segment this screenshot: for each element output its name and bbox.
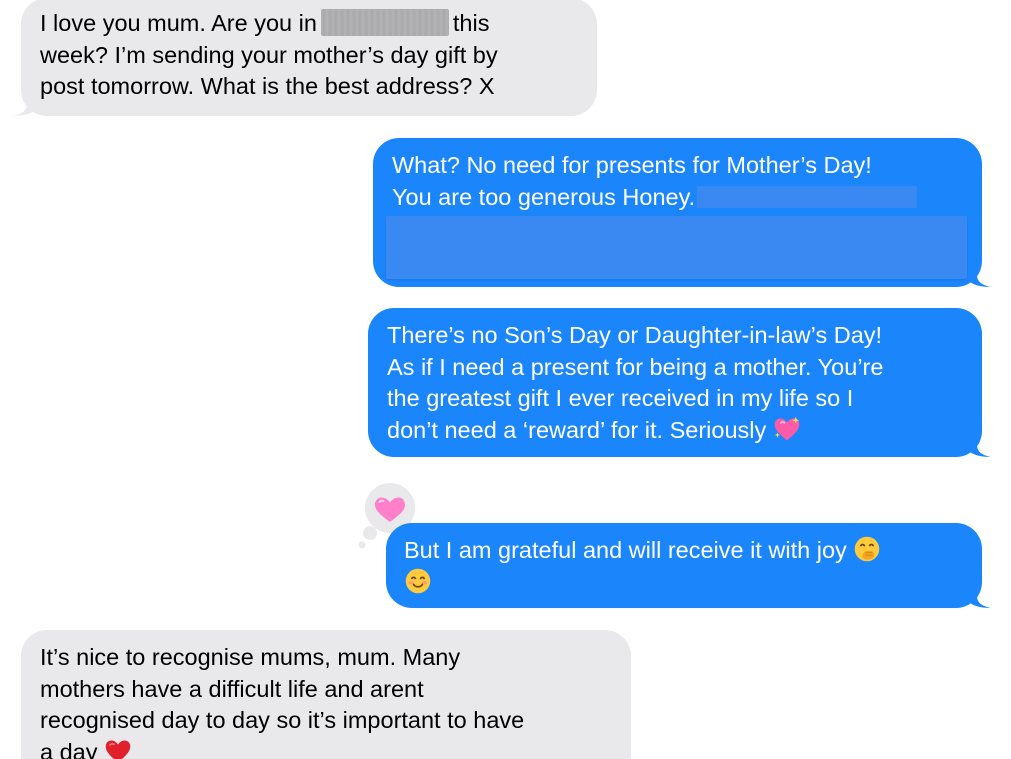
message-line: It’s nice to recognise mums, mum. Many <box>40 644 461 670</box>
redacted-location <box>320 9 449 36</box>
message-text: don’t need a ‘reward’ for it. Seriously <box>387 416 767 443</box>
message-thread: I love you mum. Are you in this week? I’m… <box>0 0 1011 759</box>
message-line: I love you mum. Are you in this <box>40 8 579 40</box>
bubble-tail <box>969 265 991 287</box>
bubble-tail <box>13 94 35 116</box>
message-line: What? No need for presents for Mother’s … <box>392 152 872 178</box>
message-line: But I am grateful and will receive it wi… <box>404 535 964 567</box>
message-text: I love you mum. Are you in <box>40 10 317 36</box>
message-text: this <box>452 10 490 36</box>
red-heart-icon <box>105 740 131 759</box>
message-line <box>404 567 964 599</box>
sparkling-heart-icon <box>774 416 800 440</box>
face-with-hand-over-mouth-icon <box>855 536 880 562</box>
outgoing-message-bubble[interactable]: There’s no Son’s Day or Daughter-in-law’… <box>368 308 991 457</box>
message-line: post tomorrow. What is the best address?… <box>40 73 495 99</box>
message-line: a day <box>40 737 613 759</box>
bubble-tail <box>969 586 991 608</box>
message-line: mothers have a difficult life and arent <box>40 675 424 702</box>
bubble-tail <box>969 435 991 457</box>
incoming-message-bubble[interactable]: I love you mum. Are you in this week? I’m… <box>13 0 597 116</box>
message-line: week? I’m sending your mother’s day gift… <box>40 41 498 68</box>
message-text: You are too generous Honey. <box>392 183 696 210</box>
redacted-text-block <box>386 216 967 279</box>
message-line: don’t need a ‘reward’ for it. Seriously <box>387 415 964 447</box>
smiling-face-icon <box>405 568 431 593</box>
message-line: There’s no Son’s Day or Daughter-in-law’… <box>387 322 883 348</box>
incoming-message-bubble[interactable]: It’s nice to recognise mums, mum. Many m… <box>21 630 631 759</box>
outgoing-message-bubble[interactable]: What? No need for presents for Mother’s … <box>373 138 991 287</box>
message-text: But I am grateful and will receive it wi… <box>404 537 847 563</box>
redacted-text <box>697 185 918 208</box>
message-line: As if I need a present for being a mothe… <box>387 353 884 380</box>
message-line: recognised day to day so it’s important … <box>40 707 525 733</box>
message-line: the greatest gift I ever received in my … <box>387 385 854 411</box>
message-line: You are too generous Honey. <box>392 182 964 214</box>
outgoing-message-bubble[interactable]: But I am grateful and will receive it wi… <box>386 523 991 608</box>
message-text: a day <box>40 738 98 759</box>
